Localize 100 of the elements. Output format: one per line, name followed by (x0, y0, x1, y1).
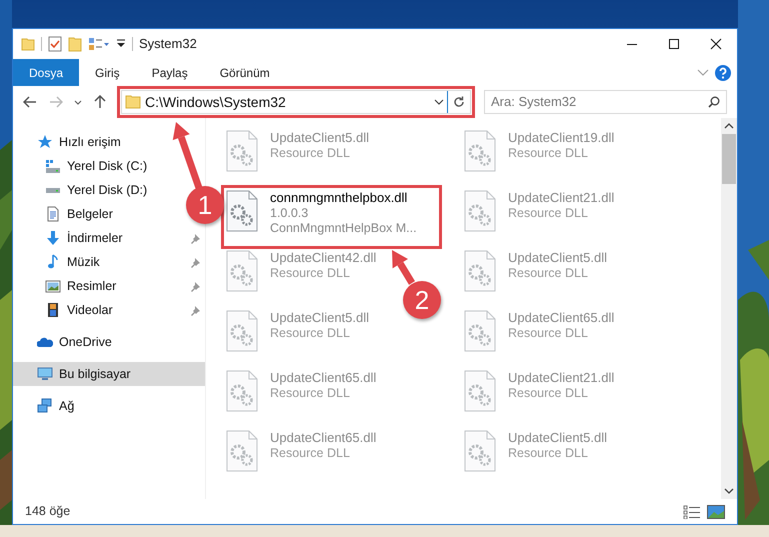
file-detail: Resource DLL (508, 326, 589, 341)
sidebar-item[interactable]: Hızlı erişim (37, 130, 125, 154)
scrollbar[interactable] (721, 118, 737, 499)
sidebar-item[interactable]: Videolar (45, 298, 117, 322)
up-arrow-icon (94, 95, 106, 109)
sidebar-label: Yerel Disk (D:) (67, 182, 148, 199)
gear-file-icon (226, 190, 258, 232)
file-detail: Resource DLL (508, 446, 589, 461)
file-name: connmngmnthelpbox.dll (270, 190, 408, 206)
annotation-arrow (172, 122, 202, 190)
film-icon (45, 302, 61, 318)
scroll-thumb[interactable] (722, 134, 736, 184)
pin-icon[interactable] (191, 232, 201, 244)
search-box[interactable]: Ara: System32 (484, 90, 727, 114)
gear-file-icon (464, 310, 496, 352)
sidebar-label: İndirmeler (67, 230, 123, 247)
maximize-icon (668, 38, 680, 50)
ribbon-tab[interactable]: Giriş (79, 59, 136, 86)
cloud-icon (37, 336, 53, 348)
sidebar-label: Videolar (67, 302, 113, 319)
gear-file-icon (226, 250, 258, 292)
file-detail: Resource DLL (508, 266, 589, 281)
file-detail: Resource DLL (508, 386, 589, 401)
gear-file-icon (464, 130, 496, 172)
back-arrow-icon (23, 96, 37, 108)
file-detail: Resource DLL (270, 146, 351, 161)
sidebar-label: Hızlı erişim (59, 134, 121, 151)
file-name: UpdateClient42.dll (270, 250, 376, 266)
sidebar-item[interactable]: İndirmeler (45, 226, 127, 250)
sidebar-item[interactable]: Yerel Disk (C:) (45, 154, 152, 178)
file-detail: Resource DLL (508, 206, 589, 221)
folder-icon (125, 95, 141, 109)
file-item[interactable]: connmngmnthelpbox.dll 1.0.0.3 ConnMngmntHelpBox M... (224, 188, 439, 246)
file-name: UpdateClient65.dll (270, 430, 376, 446)
large-icons-view-icon[interactable] (707, 504, 725, 518)
file-name: UpdateClient65.dll (270, 370, 376, 386)
item-count: 148 öğe (25, 503, 70, 520)
image-icon (45, 280, 61, 292)
gear-file-icon (464, 370, 496, 412)
monitor-icon (37, 367, 53, 381)
gear-file-icon (464, 190, 496, 232)
refresh-icon (453, 96, 465, 108)
forward-arrow-icon (49, 96, 63, 108)
file-name: UpdateClient5.dll (270, 310, 370, 326)
pin-icon[interactable] (191, 304, 201, 316)
file-name: UpdateClient5.dll (508, 430, 608, 446)
checklist-icon[interactable] (48, 36, 62, 52)
gear-file-icon (464, 430, 496, 472)
ribbon-tab[interactable]: Paylaş (136, 59, 204, 86)
file-name: UpdateClient19.dll (508, 130, 614, 146)
sidebar-item[interactable]: OneDrive (37, 330, 116, 354)
sidebar-item[interactable]: Bu bilgisayar (13, 362, 205, 386)
sidebar-item[interactable]: Müzik (45, 250, 104, 274)
sidebar-label: Müzik (67, 254, 100, 271)
file-detail: Resource DLL (270, 326, 351, 341)
network-icon (37, 398, 53, 414)
sidebar-item[interactable]: Ağ (37, 394, 78, 418)
sidebar-label: Yerel Disk (C:) (67, 158, 148, 175)
customize-caret-icon[interactable] (116, 39, 126, 49)
file-name: UpdateClient5.dll (270, 130, 370, 146)
pin-icon[interactable] (191, 280, 201, 292)
download-arrow-icon (45, 230, 61, 246)
sidebar-item[interactable]: Resimler (45, 274, 120, 298)
file-name: UpdateClient65.dll (508, 310, 614, 326)
file-name: UpdateClient21.dll (508, 190, 614, 206)
gear-file-icon (226, 310, 258, 352)
minimize-icon (626, 42, 638, 46)
gear-file-icon (464, 250, 496, 292)
expand-ribbon-icon[interactable] (697, 68, 709, 76)
file-detail: ConnMngmntHelpBox M... (270, 221, 417, 236)
window-title: System32 (139, 35, 197, 54)
sidebar-label: Resimler (67, 278, 116, 295)
address-field[interactable]: C:\Windows\System32 (141, 92, 434, 112)
ribbon-tab[interactable]: Dosya (13, 59, 80, 86)
annotation-arrow (392, 250, 415, 285)
dropdown-icon[interactable] (434, 99, 444, 105)
details-view-icon[interactable] (683, 504, 701, 518)
file-name: UpdateClient21.dll (508, 370, 614, 386)
file-detail: Resource DLL (508, 146, 589, 161)
file-name: UpdateClient5.dll (508, 250, 608, 266)
help-icon[interactable] (715, 64, 731, 80)
file-detail: 1.0.0.3 (270, 206, 310, 221)
drive-icon (45, 158, 61, 174)
file-detail: Resource DLL (270, 446, 351, 461)
sidebar-label: Bu bilgisayar (59, 366, 131, 383)
document-icon (45, 206, 61, 222)
gear-file-icon (226, 130, 258, 172)
pin-icon[interactable] (191, 256, 201, 268)
sidebar-item[interactable]: Belgeler (45, 202, 117, 226)
star-icon (37, 134, 53, 150)
gear-file-icon (226, 430, 258, 472)
gear-file-icon (226, 370, 258, 412)
caret-icon (74, 100, 82, 104)
sidebar-label: Belgeler (67, 206, 113, 223)
view-dropdown-icon[interactable] (88, 37, 110, 51)
sidebar-item[interactable]: Yerel Disk (D:) (45, 178, 152, 202)
close-icon (710, 38, 722, 50)
drive-icon (45, 186, 61, 194)
ribbon-tab[interactable]: Görünüm (204, 59, 286, 86)
sidebar-label: Ağ (59, 398, 74, 415)
